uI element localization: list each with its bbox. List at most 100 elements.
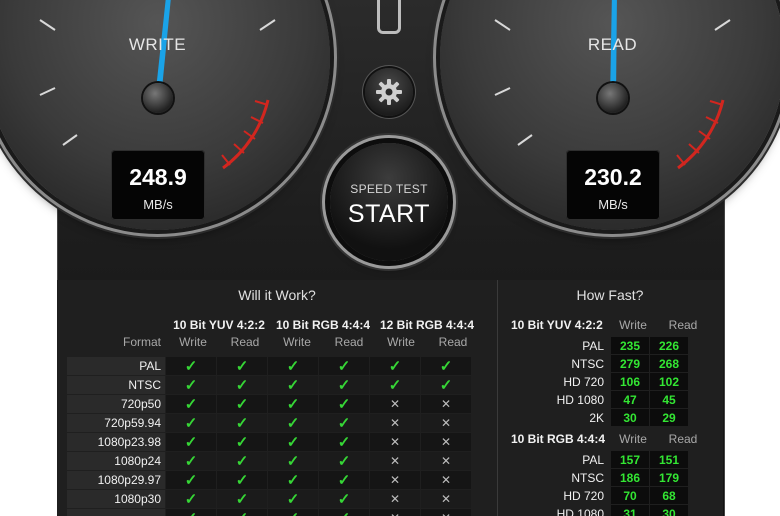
write-value: 157 (610, 450, 650, 469)
write-redline-ticks (221, 100, 269, 166)
status-glyph: ✓ (337, 472, 351, 489)
table-row: HD 1080 47 45 (541, 390, 689, 409)
check-icon: ✓ (216, 470, 268, 490)
gear-icon (376, 79, 402, 105)
write-label: WRITE (128, 35, 187, 54)
results-panel: Will it Work? How Fast? 10 Bit YUV 4:2:2… (57, 280, 723, 516)
status-glyph: ✕ (440, 435, 452, 449)
cross-icon: ✕ (420, 413, 472, 433)
table-row: NTSC 186 179 (541, 468, 689, 487)
check-icon: ✓ (216, 394, 268, 414)
check-icon: ✓ (318, 451, 370, 471)
status-glyph: ✕ (440, 454, 452, 468)
status-glyph: ✓ (184, 358, 198, 375)
read-label: READ (587, 35, 638, 54)
status-glyph: ✓ (235, 491, 249, 508)
status-glyph: ✓ (286, 415, 300, 432)
status-glyph: ✓ (388, 377, 402, 394)
check-icon: ✓ (216, 375, 268, 395)
status-glyph: ✕ (389, 473, 401, 487)
cross-icon: ✕ (369, 413, 421, 433)
status-glyph: ✓ (337, 453, 351, 470)
table-row: PAL ✓ ✓ ✓ ✓ ✓ ✓ (66, 356, 472, 376)
write-dial-ticks (39, 19, 276, 146)
status-glyph: ✕ (440, 473, 452, 487)
status-glyph: ✓ (235, 453, 249, 470)
check-icon: ✓ (318, 375, 370, 395)
write-value: 235 (610, 336, 650, 355)
check-icon: ✓ (267, 451, 319, 471)
format-column-label: Format (122, 335, 161, 349)
read-redline-ticks (676, 100, 724, 166)
format-name: 1080p23.98 (66, 432, 166, 452)
fast-block-title: 10 Bit YUV 4:2:2 (511, 318, 603, 332)
format-name: 2K (541, 408, 611, 427)
check-icon: ✓ (165, 451, 217, 471)
will-sub-header: Write (283, 335, 311, 349)
format-name: 1080p30 (66, 489, 166, 509)
status-glyph: ✓ (185, 510, 198, 516)
status-glyph: ✕ (389, 435, 401, 449)
table-row: HD 720 106 102 (541, 372, 689, 391)
check-icon: ✓ (267, 432, 319, 452)
start-button[interactable]: SPEED TEST START (330, 143, 448, 261)
check-icon: ✓ (267, 375, 319, 395)
check-icon: ✓ (216, 508, 268, 516)
disk-speed-test-window: WRITE 248.9 MB/s READ 230.2 MB/s SPEED T… (0, 0, 780, 516)
write-value: 279 (610, 354, 650, 373)
write-value: 31 (610, 504, 650, 516)
read-value: 151 (649, 450, 689, 469)
fast-sub-header: Write (619, 318, 647, 332)
format-name: 1080p24 (66, 451, 166, 471)
read-value: 179 (649, 468, 689, 487)
check-icon: ✓ (369, 375, 421, 395)
table-row: PAL 235 226 (541, 336, 689, 355)
format-name: NTSC (66, 375, 166, 395)
status-glyph: ✓ (184, 434, 198, 451)
format-name: PAL (66, 356, 166, 376)
will-it-work-table: PAL ✓ ✓ ✓ ✓ ✓ ✓ NTSC ✓ ✓ ✓ ✓ ✓ ✓ 720p50 ✓ ✓ ✓ ✓ ✕ ✕ 720p59.94… (66, 356, 472, 516)
status-glyph: ✓ (286, 396, 300, 413)
status-glyph: ✓ (286, 377, 300, 394)
format-name: NTSC (541, 354, 611, 373)
status-glyph: ✓ (235, 434, 249, 451)
format-name: HD 720 (541, 372, 611, 391)
write-value: 47 (610, 390, 650, 409)
status-glyph: ✕ (440, 397, 452, 411)
top-indicator (377, 0, 401, 34)
write-gauge: WRITE 248.9 MB/s (0, 0, 330, 230)
start-button-label: START (347, 200, 431, 228)
write-needle-hub (143, 83, 173, 113)
check-icon: ✓ (369, 356, 421, 376)
table-row: 1080p29.97 ✓ ✓ ✓ ✓ ✕ ✕ (66, 470, 472, 490)
check-icon: ✓ (216, 451, 268, 471)
status-glyph: ✕ (389, 454, 401, 468)
cross-icon: ✕ (369, 508, 421, 516)
read-unit: MB/s (598, 197, 628, 212)
check-icon: ✓ (165, 394, 217, 414)
status-glyph: ✓ (184, 396, 198, 413)
table-row: HD 1080 31 30 (541, 504, 689, 516)
check-icon: ✓ (165, 413, 217, 433)
check-icon: ✓ (267, 470, 319, 490)
check-icon: ✓ (267, 356, 319, 376)
check-icon: ✓ (216, 356, 268, 376)
status-glyph: ✕ (389, 416, 401, 430)
will-group-header: 12 Bit RGB 4:4:4 (379, 318, 475, 332)
table-row: ✓ ✓ ✓ ✓ ✕ ✕ (66, 508, 472, 516)
settings-button[interactable] (365, 68, 413, 116)
check-icon: ✓ (318, 394, 370, 414)
will-it-work-title: Will it Work? (238, 287, 316, 303)
format-name: HD 1080 (541, 504, 611, 516)
status-glyph: ✓ (286, 453, 300, 470)
check-icon: ✓ (165, 432, 217, 452)
status-glyph: ✕ (440, 492, 452, 506)
write-redline (222, 99, 270, 170)
table-row: HD 720 70 68 (541, 486, 689, 505)
status-glyph: ✓ (235, 472, 249, 489)
status-glyph: ✓ (286, 434, 300, 451)
panel-divider (497, 280, 498, 516)
status-glyph: ✓ (388, 358, 402, 375)
fast-sub-header: Read (668, 432, 698, 446)
status-glyph: ✓ (184, 472, 198, 489)
